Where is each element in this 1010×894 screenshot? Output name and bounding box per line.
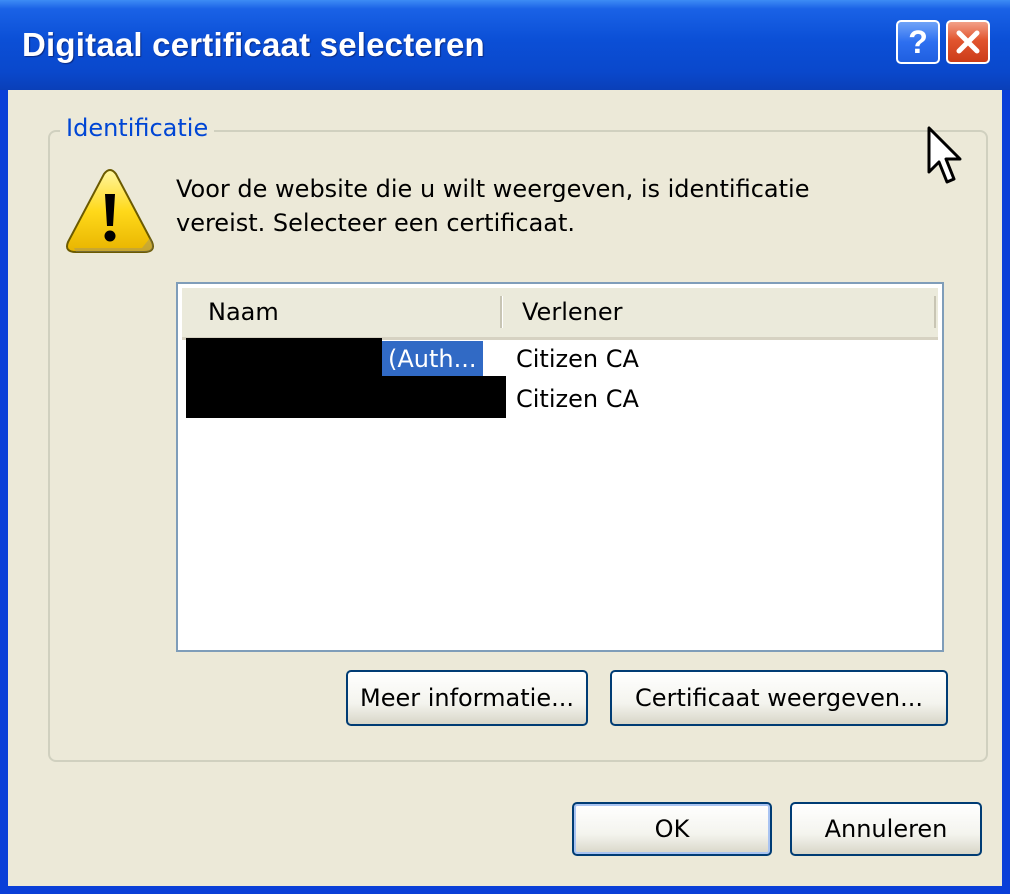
column-divider-end[interactable] xyxy=(934,296,936,328)
certificate-name-1[interactable]: (Auth... xyxy=(382,341,483,377)
group-label: Identificatie xyxy=(60,114,215,142)
column-header-naam[interactable]: Naam xyxy=(208,288,279,337)
mouse-cursor-icon xyxy=(927,126,962,184)
certificate-issuer-1[interactable]: Citizen CA xyxy=(516,341,639,377)
view-certificate-button[interactable]: Certificaat weergeven... xyxy=(610,670,948,726)
more-info-button[interactable]: Meer informatie... xyxy=(346,670,588,726)
ok-button[interactable]: OK xyxy=(572,802,772,856)
list-header: Naam Verlener xyxy=(182,288,938,340)
help-icon: ? xyxy=(908,23,928,60)
certificate-issuer-2[interactable]: Citizen CA xyxy=(516,381,639,417)
window-title: Digitaal certificaat selecteren xyxy=(22,26,485,63)
warning-icon xyxy=(66,169,154,253)
redacted-name-2 xyxy=(186,376,506,418)
redacted-name-1 xyxy=(186,338,382,376)
title-bar[interactable]: Digitaal certificaat selecteren ? xyxy=(0,0,1010,90)
column-header-verlener[interactable]: Verlener xyxy=(522,288,622,337)
instruction-line-1: Voor de website die u wilt weergeven, is… xyxy=(176,175,810,203)
help-button[interactable]: ? xyxy=(896,20,940,64)
cancel-button[interactable]: Annuleren xyxy=(790,802,982,856)
close-icon xyxy=(956,30,980,54)
close-button[interactable] xyxy=(946,20,990,64)
instruction-text: Voor de website die u wilt weergeven, is… xyxy=(176,172,896,240)
column-divider[interactable] xyxy=(500,296,503,328)
instruction-line-2: vereist. Selecteer een certificaat. xyxy=(176,209,576,237)
